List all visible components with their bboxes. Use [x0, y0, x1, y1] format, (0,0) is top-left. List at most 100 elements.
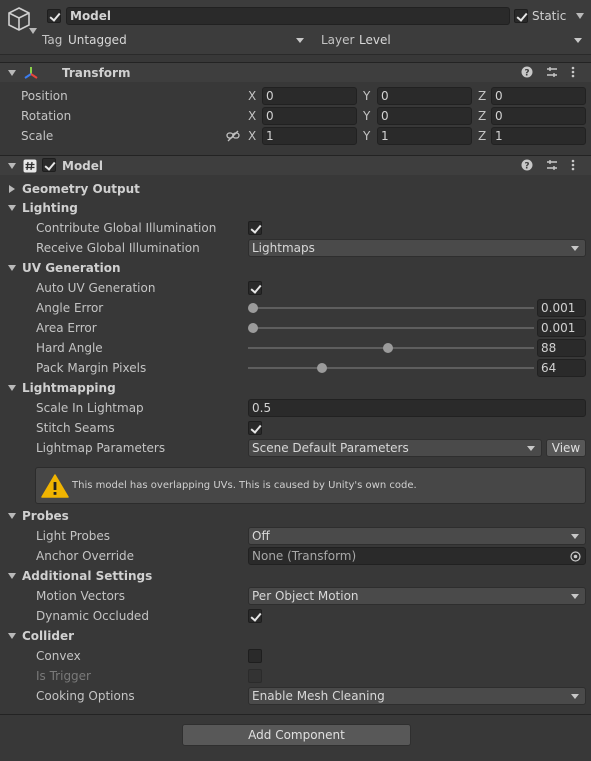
- receive-gi-value: Lightmaps: [252, 241, 315, 255]
- light-probes-label: Light Probes: [36, 529, 111, 543]
- additional-settings-title[interactable]: Additional Settings: [22, 566, 152, 586]
- rotation-x-axis: X: [248, 109, 257, 123]
- scale-in-lightmap-field[interactable]: 0.5: [248, 399, 586, 417]
- collider-title[interactable]: Collider: [22, 626, 74, 646]
- angle-error-slider[interactable]: [248, 298, 534, 318]
- anchor-override-field[interactable]: None (Transform): [248, 547, 586, 565]
- layer-dropdown[interactable]: Level: [359, 31, 582, 49]
- kebab-menu-icon[interactable]: [571, 159, 583, 171]
- rotation-z-field[interactable]: 0: [491, 107, 586, 125]
- probes-foldout-icon[interactable]: [8, 513, 16, 519]
- presets-icon[interactable]: [546, 159, 558, 171]
- slider-knob[interactable]: [383, 343, 394, 353]
- scale-in-lightmap-label: Scale In Lightmap: [36, 401, 144, 415]
- lightmap-parameters-value: Scene Default Parameters: [252, 441, 409, 455]
- slider-knob[interactable]: [248, 303, 258, 313]
- area-error-label: Area Error: [36, 321, 97, 335]
- hard-angle-label: Hard Angle: [36, 341, 103, 355]
- object-picker-icon[interactable]: [570, 551, 581, 562]
- position-x-axis: X: [248, 89, 257, 103]
- receive-gi-label: Receive Global Illumination: [36, 241, 200, 255]
- static-toggle[interactable]: [514, 9, 528, 23]
- overlapping-uv-warning: This model has overlapping UVs. This is …: [35, 467, 586, 504]
- cooking-options-dropdown[interactable]: Enable Mesh Cleaning: [248, 687, 586, 705]
- lightmap-parameters-dropdown[interactable]: Scene Default Parameters: [248, 439, 542, 457]
- add-component-button[interactable]: Add Component: [182, 724, 411, 746]
- geometry-output-title[interactable]: Geometry Output: [22, 179, 140, 199]
- area-error-field[interactable]: 0.001: [537, 319, 586, 337]
- lightmapping-foldout-icon[interactable]: [8, 385, 16, 391]
- active-toggle[interactable]: [47, 9, 61, 23]
- foldout-arrow-icon[interactable]: [8, 70, 16, 76]
- slider-knob[interactable]: [317, 363, 327, 373]
- position-x-field[interactable]: 0: [262, 87, 357, 105]
- tag-value: Untagged: [68, 33, 127, 47]
- static-dropdown-icon[interactable]: [576, 13, 584, 19]
- scale-label: Scale: [21, 129, 54, 143]
- help-icon[interactable]: ?: [521, 66, 533, 79]
- help-icon[interactable]: ?: [521, 159, 533, 172]
- scale-z-field[interactable]: 1: [491, 127, 586, 145]
- model-component-header[interactable]: Model ?: [0, 155, 591, 175]
- convex-checkbox[interactable]: [248, 649, 262, 663]
- pack-margin-slider[interactable]: [248, 358, 534, 378]
- geometry-output-foldout-icon[interactable]: [9, 185, 15, 193]
- auto-uv-checkbox[interactable]: [248, 281, 262, 295]
- area-error-slider[interactable]: [248, 318, 534, 338]
- slider-track: [252, 307, 534, 309]
- motion-vectors-value: Per Object Motion: [252, 589, 359, 603]
- slider-knob[interactable]: [248, 323, 258, 333]
- collider-foldout-icon[interactable]: [8, 633, 16, 639]
- rotation-y-axis: Y: [363, 109, 371, 123]
- lighting-foldout-icon[interactable]: [8, 205, 16, 211]
- chevron-down-icon: [571, 246, 579, 251]
- position-z-field[interactable]: 0: [491, 87, 586, 105]
- scale-y-field[interactable]: 1: [377, 127, 472, 145]
- dynamic-occluded-checkbox[interactable]: [248, 609, 262, 623]
- object-name-field[interactable]: Model: [66, 7, 510, 25]
- uv-generation-title[interactable]: UV Generation: [22, 258, 121, 278]
- view-button[interactable]: View: [546, 439, 586, 457]
- contribute-gi-checkbox[interactable]: [248, 221, 262, 235]
- kebab-menu-icon[interactable]: [571, 66, 583, 78]
- model-enabled-toggle[interactable]: [42, 158, 56, 172]
- icon-dropdown-icon[interactable]: [29, 28, 37, 34]
- transform-header[interactable]: Transform ?: [0, 62, 591, 82]
- additional-settings-foldout-icon[interactable]: [8, 573, 16, 579]
- presets-icon[interactable]: [546, 66, 558, 78]
- stitch-seams-label: Stitch Seams: [36, 421, 115, 435]
- uv-generation-foldout-icon[interactable]: [8, 265, 16, 271]
- static-label: Static: [532, 9, 567, 23]
- gameobject-header: Model Static Tag Untagged Layer Level: [0, 0, 591, 55]
- rotation-y-field[interactable]: 0: [377, 107, 472, 125]
- lightmapping-title[interactable]: Lightmapping: [22, 378, 116, 398]
- chevron-down-icon: [574, 38, 582, 43]
- light-probes-value: Off: [252, 529, 270, 543]
- rotation-z-axis: Z: [478, 109, 487, 123]
- scale-x-field[interactable]: 1: [262, 127, 357, 145]
- transform-icon: [24, 67, 38, 79]
- layer-value: Level: [359, 33, 391, 47]
- angle-error-field[interactable]: 0.001: [537, 299, 586, 317]
- receive-gi-dropdown[interactable]: Lightmaps: [248, 239, 586, 257]
- position-y-axis: Y: [363, 89, 371, 103]
- tag-dropdown[interactable]: Untagged: [68, 31, 304, 49]
- stitch-seams-checkbox[interactable]: [248, 421, 262, 435]
- pack-margin-label: Pack Margin Pixels: [36, 361, 147, 375]
- pack-margin-field[interactable]: 64: [537, 359, 586, 377]
- constrain-proportions-link-icon[interactable]: [226, 130, 240, 142]
- rotation-x-field[interactable]: 0: [262, 107, 357, 125]
- hard-angle-field[interactable]: 88: [537, 339, 586, 357]
- light-probes-dropdown[interactable]: Off: [248, 527, 586, 545]
- position-y-field[interactable]: 0: [377, 87, 472, 105]
- scale-z-axis: Z: [478, 129, 487, 143]
- cooking-options-label: Cooking Options: [36, 689, 135, 703]
- foldout-arrow-icon[interactable]: [8, 163, 16, 169]
- svg-text:?: ?: [525, 162, 530, 172]
- lighting-title[interactable]: Lighting: [22, 198, 78, 218]
- motion-vectors-dropdown[interactable]: Per Object Motion: [248, 587, 586, 605]
- motion-vectors-label: Motion Vectors: [36, 589, 125, 603]
- probes-title[interactable]: Probes: [22, 506, 69, 526]
- chevron-down-icon: [527, 446, 535, 451]
- hard-angle-slider[interactable]: [248, 338, 534, 358]
